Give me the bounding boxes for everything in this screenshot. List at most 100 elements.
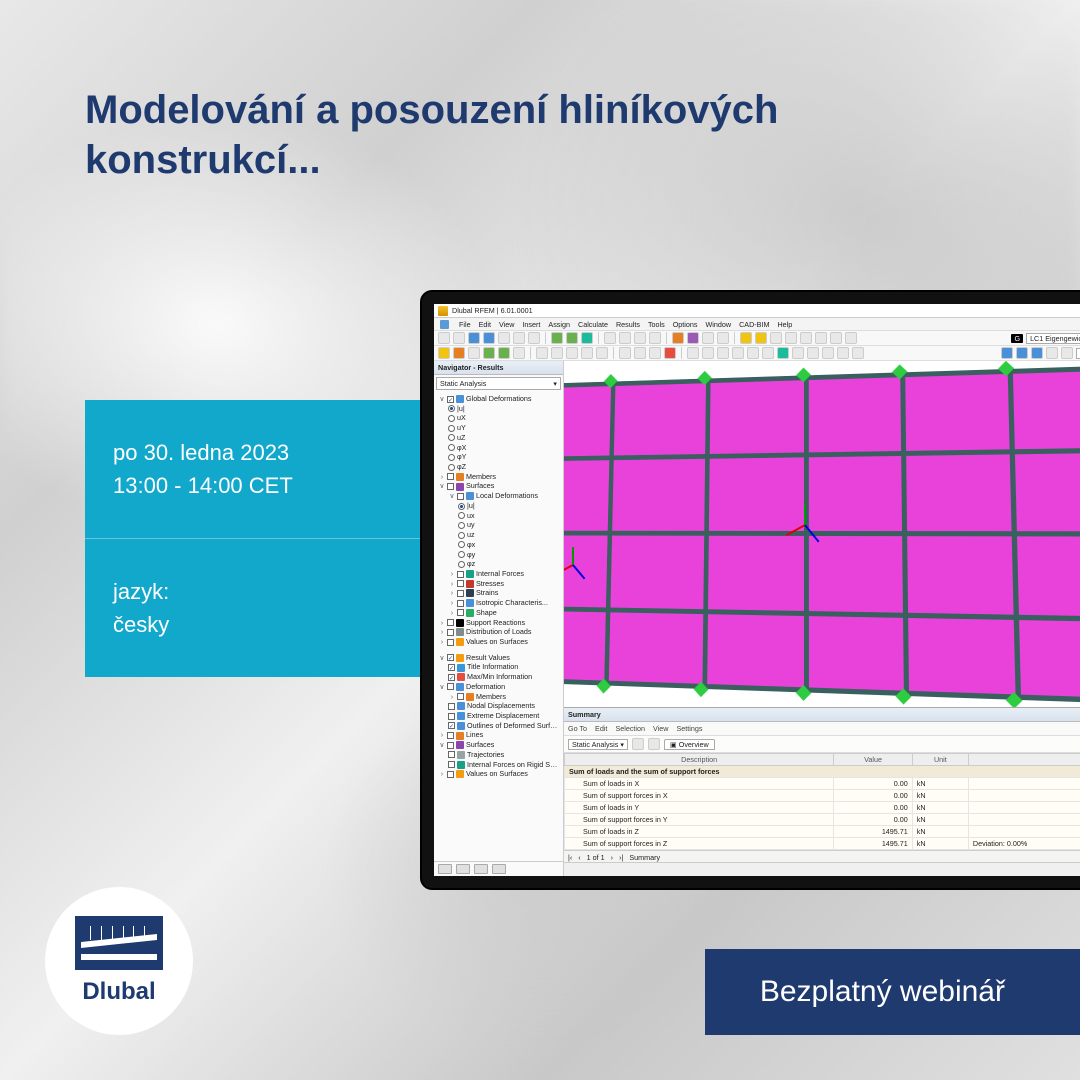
anim-icon[interactable] bbox=[852, 347, 864, 359]
load-icon[interactable] bbox=[740, 332, 752, 344]
app-menu-icon[interactable] bbox=[440, 320, 449, 329]
menu-tools[interactable]: Tools bbox=[648, 320, 665, 329]
move-icon[interactable] bbox=[551, 347, 563, 359]
save-icon[interactable] bbox=[468, 332, 480, 344]
menu-view[interactable]: View bbox=[499, 320, 514, 329]
menu-insert[interactable]: Insert bbox=[522, 320, 540, 329]
wireframe-icon[interactable] bbox=[747, 347, 759, 359]
member-icon[interactable] bbox=[672, 332, 684, 344]
menu-assign[interactable]: Assign bbox=[548, 320, 570, 329]
iso-icon[interactable] bbox=[762, 347, 774, 359]
view-side-icon[interactable] bbox=[1046, 347, 1058, 359]
new-icon[interactable] bbox=[438, 332, 450, 344]
calc-icon[interactable] bbox=[551, 332, 563, 344]
toolbar-primary[interactable]: G LC1 Eigengewicht bbox=[434, 331, 1080, 346]
contour-icon[interactable] bbox=[822, 347, 834, 359]
summary-menu-edit[interactable]: Edit bbox=[595, 724, 607, 733]
dim-icon[interactable] bbox=[513, 347, 525, 359]
loadcase-icon[interactable] bbox=[755, 332, 767, 344]
filter-icon[interactable] bbox=[687, 347, 699, 359]
smooth-icon[interactable] bbox=[837, 347, 849, 359]
table-row[interactable]: Sum of support forces in Z1495.71kNDevia… bbox=[565, 838, 1080, 850]
menu-edit[interactable]: Edit bbox=[479, 320, 491, 329]
zoom-icon[interactable] bbox=[604, 332, 616, 344]
calc-all-icon[interactable] bbox=[566, 332, 578, 344]
summary-toolbar[interactable]: Static Analysis ▾ ▣ Overview bbox=[564, 736, 1080, 753]
select-icon[interactable] bbox=[536, 347, 548, 359]
pager-prev-icon[interactable]: ‹ bbox=[578, 853, 580, 862]
surface-icon[interactable] bbox=[687, 332, 699, 344]
viewport[interactable]: Summary Go To Edit Selection View Settin… bbox=[564, 361, 1080, 876]
summary-menu-goto[interactable]: Go To bbox=[568, 724, 587, 733]
draw-arc-icon[interactable] bbox=[468, 347, 480, 359]
results-tree[interactable]: ∨Global Deformations |u| uX uY uZ φX φY … bbox=[434, 392, 563, 861]
menu-results[interactable]: Results bbox=[616, 320, 640, 329]
nav-tab-results-icon[interactable] bbox=[492, 864, 506, 874]
nav-tab-data-icon[interactable] bbox=[438, 864, 452, 874]
summary-menubar[interactable]: Go To Edit Selection View Settings bbox=[564, 722, 1080, 736]
table-row[interactable]: Sum of loads in Z1495.71kN bbox=[565, 826, 1080, 838]
snap-icon[interactable] bbox=[800, 332, 812, 344]
section-icon[interactable] bbox=[830, 332, 842, 344]
summary-analysis-dropdown[interactable]: Static Analysis ▾ bbox=[568, 739, 628, 750]
analysis-type-dropdown[interactable]: Static Analysis▾ bbox=[436, 377, 561, 390]
menu-options[interactable]: Options bbox=[673, 320, 698, 329]
clip-icon[interactable] bbox=[717, 347, 729, 359]
layer-icon[interactable] bbox=[815, 332, 827, 344]
summary-next-icon[interactable] bbox=[648, 738, 660, 750]
draw-hinge-icon[interactable] bbox=[498, 347, 510, 359]
view-top-icon[interactable] bbox=[1016, 347, 1028, 359]
redo-icon[interactable] bbox=[528, 332, 540, 344]
fit-icon[interactable] bbox=[649, 332, 661, 344]
draw-support-icon[interactable] bbox=[483, 347, 495, 359]
print-icon[interactable] bbox=[498, 332, 510, 344]
solid-icon[interactable] bbox=[702, 332, 714, 344]
summary-prev-icon[interactable] bbox=[632, 738, 644, 750]
delete-icon[interactable] bbox=[664, 347, 676, 359]
render-icon[interactable] bbox=[732, 347, 744, 359]
table-row[interactable]: Sum of loads in X0.00kN bbox=[565, 778, 1080, 790]
rotate-icon[interactable] bbox=[634, 332, 646, 344]
table-row[interactable]: Sum of loads in Y0.00kN bbox=[565, 802, 1080, 814]
undo-icon[interactable] bbox=[513, 332, 525, 344]
view-front-icon[interactable] bbox=[1031, 347, 1043, 359]
combo-icon[interactable] bbox=[770, 332, 782, 344]
menu-cadbim[interactable]: CAD-BIM bbox=[739, 320, 769, 329]
summary-menu-selection[interactable]: Selection bbox=[615, 724, 645, 733]
view-persp-icon[interactable] bbox=[1061, 347, 1073, 359]
menu-calculate[interactable]: Calculate bbox=[578, 320, 608, 329]
material-icon[interactable] bbox=[845, 332, 857, 344]
draw-line-icon[interactable] bbox=[438, 347, 450, 359]
color-icon[interactable] bbox=[777, 347, 789, 359]
pager-next-icon[interactable]: › bbox=[611, 853, 613, 862]
mesh-icon[interactable] bbox=[634, 347, 646, 359]
loadcase-dropdown[interactable]: LC1 Eigengewicht bbox=[1026, 333, 1080, 344]
summary-menu-view[interactable]: View bbox=[653, 724, 668, 733]
optimize-icon[interactable] bbox=[581, 332, 593, 344]
view-iso-icon[interactable] bbox=[1001, 347, 1013, 359]
pager-tab[interactable]: Summary bbox=[629, 853, 660, 862]
open-icon[interactable] bbox=[453, 332, 465, 344]
view-dropdown[interactable]: 1 - Global X bbox=[1076, 348, 1080, 359]
toolbar-secondary[interactable]: 1 - Global X bbox=[434, 346, 1080, 361]
visibility-icon[interactable] bbox=[702, 347, 714, 359]
menubar[interactable]: File Edit View Insert Assign Calculate R… bbox=[434, 318, 1080, 331]
pager-last-icon[interactable]: ›| bbox=[619, 853, 623, 862]
scale-icon[interactable] bbox=[596, 347, 608, 359]
saveas-icon[interactable] bbox=[483, 332, 495, 344]
nav-tab-display-icon[interactable] bbox=[456, 864, 470, 874]
summary-table[interactable]: Description Value Unit Sum of loads and … bbox=[564, 753, 1080, 850]
legend-icon[interactable] bbox=[792, 347, 804, 359]
menu-file[interactable]: File bbox=[459, 320, 471, 329]
summary-tab-overview[interactable]: ▣ Overview bbox=[664, 739, 715, 750]
mirror-icon[interactable] bbox=[581, 347, 593, 359]
copy-icon[interactable] bbox=[566, 347, 578, 359]
summary-menu-settings[interactable]: Settings bbox=[676, 724, 702, 733]
model-canvas[interactable] bbox=[564, 361, 1080, 707]
pan-icon[interactable] bbox=[619, 332, 631, 344]
menu-window[interactable]: Window bbox=[706, 320, 732, 329]
values-icon[interactable] bbox=[807, 347, 819, 359]
table-row[interactable]: Sum of support forces in X0.00kN bbox=[565, 790, 1080, 802]
navigator-tabs[interactable] bbox=[434, 861, 563, 876]
nav-tab-views-icon[interactable] bbox=[474, 864, 488, 874]
